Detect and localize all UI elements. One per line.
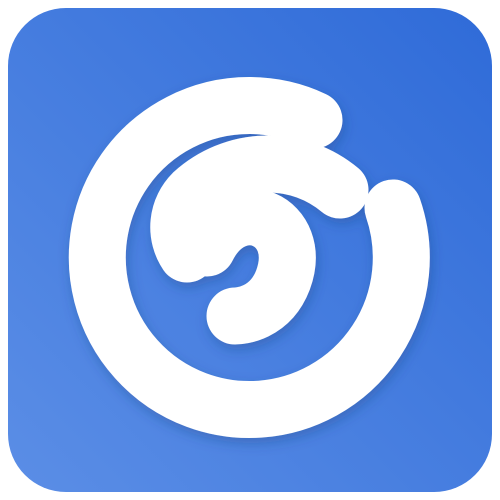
app-icon-canvas — [0, 0, 500, 500]
spiral-app-icon[interactable] — [0, 0, 500, 500]
